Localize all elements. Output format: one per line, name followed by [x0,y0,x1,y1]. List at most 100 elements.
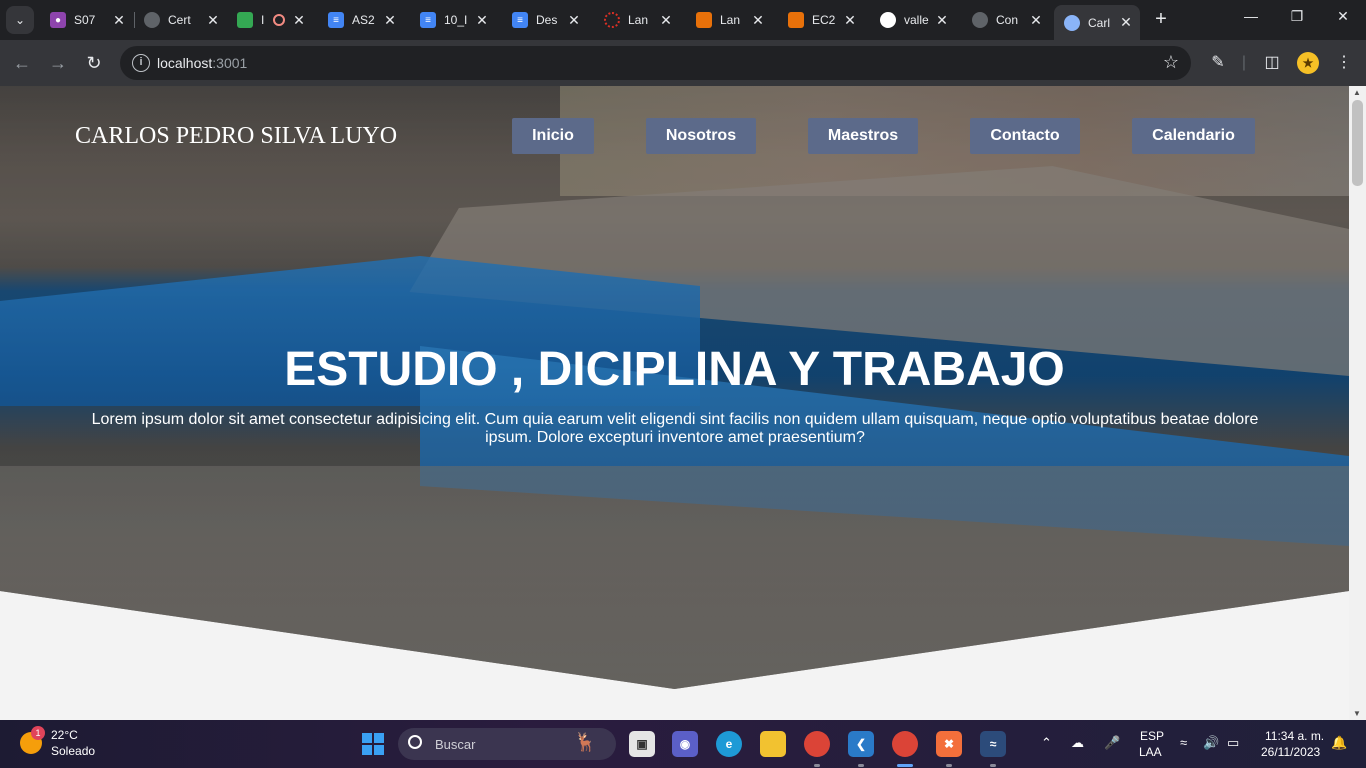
search-icon [408,735,422,749]
menu-kebab-icon[interactable]: ⋮ [1333,52,1355,74]
restore-button[interactable]: ❐ [1282,8,1312,25]
back-button[interactable]: ← [9,50,35,76]
tab-7[interactable]: Lan ✕ [686,5,772,35]
close-icon[interactable]: ✕ [566,12,582,29]
bookmark-star-icon[interactable]: ☆ [1163,52,1179,73]
aws-icon [696,12,712,28]
site-info-icon[interactable]: i [132,54,150,72]
language-indicator[interactable]: ESP [1140,729,1164,743]
wifi-icon[interactable]: ≈ [1180,735,1187,750]
scroll-up-arrow[interactable]: ▲ [1353,88,1361,97]
task-view-icon[interactable]: ▣ [629,731,655,757]
tab-10[interactable]: Con ✕ [962,5,1050,35]
clock-time[interactable]: 11:34 a. m. [1265,729,1324,743]
battery-icon[interactable]: ▭ [1227,735,1239,751]
close-icon[interactable]: ✕ [205,12,221,29]
windows-taskbar: 1 22°C Soleado Buscar 🦌 ▣ ◉ e ❮ ✖ ≈ ⌃ ☁ … [0,720,1366,768]
chrome-icon[interactable] [804,731,830,757]
app-running-indicator [814,764,820,767]
weather-temperature[interactable]: 22°C [51,728,78,742]
github-icon [880,12,896,28]
tab-title: AS2 [352,13,375,27]
docs-icon: ≡ [328,12,344,28]
close-window-button[interactable]: ✕ [1328,8,1358,25]
tab-4[interactable]: ≡ 10_I ✕ [410,5,496,35]
minimize-button[interactable]: — [1236,8,1266,24]
hero-section: CARLOS PEDRO SILVA LUYO Inicio Nosotros … [0,86,1349,689]
tab-5[interactable]: ≡ Des ✕ [502,5,588,35]
app-running-indicator [858,764,864,767]
close-icon[interactable]: ✕ [1028,12,1044,29]
teams-chat-icon[interactable]: ◉ [672,731,698,757]
docs-icon: ≡ [512,12,528,28]
docs-icon: ≡ [420,12,436,28]
deer-icon: 🦌 [574,732,597,752]
forward-button[interactable]: → [45,50,71,76]
close-icon[interactable]: ✕ [382,12,398,29]
clock-date[interactable]: 26/11/2023 [1261,745,1320,759]
url-text[interactable]: localhost:3001 [157,55,247,71]
edge-icon[interactable]: e [716,731,742,757]
tab-search-button[interactable]: ⌄ [6,6,34,34]
reload-button[interactable]: ↻ [81,50,107,76]
volume-icon[interactable]: 🔊 [1203,735,1219,751]
tab-8[interactable]: EC2 ✕ [778,5,864,35]
chrome-profile-icon[interactable] [892,731,918,757]
microphone-icon[interactable]: 🎤 [1104,735,1120,751]
tab-title: Cert [168,13,191,27]
tab-11-active[interactable]: Carl ✕ [1054,5,1140,40]
tab-1[interactable]: Cert ✕ [134,5,227,35]
xampp-icon[interactable]: ✖ [936,731,962,757]
address-bar[interactable]: i localhost:3001 ☆ [120,46,1191,80]
tab-0[interactable]: ● S07 ✕ [40,5,133,35]
weather-condition[interactable]: Soleado [51,744,95,758]
nav-maestros[interactable]: Maestros [808,118,918,154]
tab-6[interactable]: Lan ✕ [594,5,680,35]
taskbar-search[interactable]: Buscar 🦌 [398,728,616,760]
notification-bell-icon[interactable]: 🔔 [1331,735,1347,751]
tab-3[interactable]: ≡ AS2 ✕ [318,5,404,35]
nav-inicio[interactable]: Inicio [512,118,594,154]
close-icon[interactable]: ✕ [934,12,950,29]
file-explorer-icon[interactable] [760,731,786,757]
hero-title: ESTUDIO , DICIPLINA Y TRABAJO [284,343,1065,396]
mysql-workbench-icon[interactable]: ≈ [980,731,1006,757]
nav-calendario[interactable]: Calendario [1132,118,1255,154]
close-icon[interactable]: ✕ [750,12,766,29]
tab-title: Des [536,13,558,27]
windows-start-icon[interactable] [362,733,384,755]
page-scrollbar[interactable]: ▲ ▼ [1349,86,1366,720]
vscode-icon[interactable]: ❮ [848,731,874,757]
tab-2[interactable]: I ✕ [227,5,313,35]
meet-icon [237,12,253,28]
globe-icon [144,12,160,28]
tab-title: Con [996,13,1019,27]
url-host: localhost [157,55,213,71]
site-brand[interactable]: CARLOS PEDRO SILVA LUYO [75,123,397,150]
side-panel-icon[interactable]: ◫ [1261,52,1283,74]
close-icon[interactable]: ✕ [658,12,674,29]
close-icon[interactable]: ✕ [291,12,307,29]
recording-icon [273,14,285,26]
nav-contacto[interactable]: Contacto [970,118,1080,154]
new-tab-button[interactable]: + [1150,9,1172,31]
keyboard-layout[interactable]: LAA [1139,745,1162,759]
page-viewport: CARLOS PEDRO SILVA LUYO Inicio Nosotros … [0,86,1349,720]
nav-nosotros[interactable]: Nosotros [646,118,756,154]
tab-9[interactable]: valle ✕ [870,5,956,35]
close-icon[interactable]: ✕ [1118,14,1134,31]
chevron-up-icon[interactable]: ⌃ [1041,735,1052,751]
url-port: :3001 [212,55,248,71]
tab-title: EC2 [812,13,836,27]
close-icon[interactable]: ✕ [111,12,127,29]
profile-avatar[interactable]: ★ [1297,52,1319,74]
scroll-down-arrow[interactable]: ▼ [1353,709,1361,718]
toolbar-divider: | [1241,54,1247,71]
extensions-icon[interactable]: ✎ [1207,52,1229,74]
cloud-icon[interactable]: ☁ [1071,735,1084,751]
close-icon[interactable]: ✕ [474,12,490,29]
scroll-thumb[interactable] [1352,100,1363,186]
close-icon[interactable]: ✕ [842,12,858,29]
app-running-indicator [946,764,952,767]
globe-icon [972,12,988,28]
